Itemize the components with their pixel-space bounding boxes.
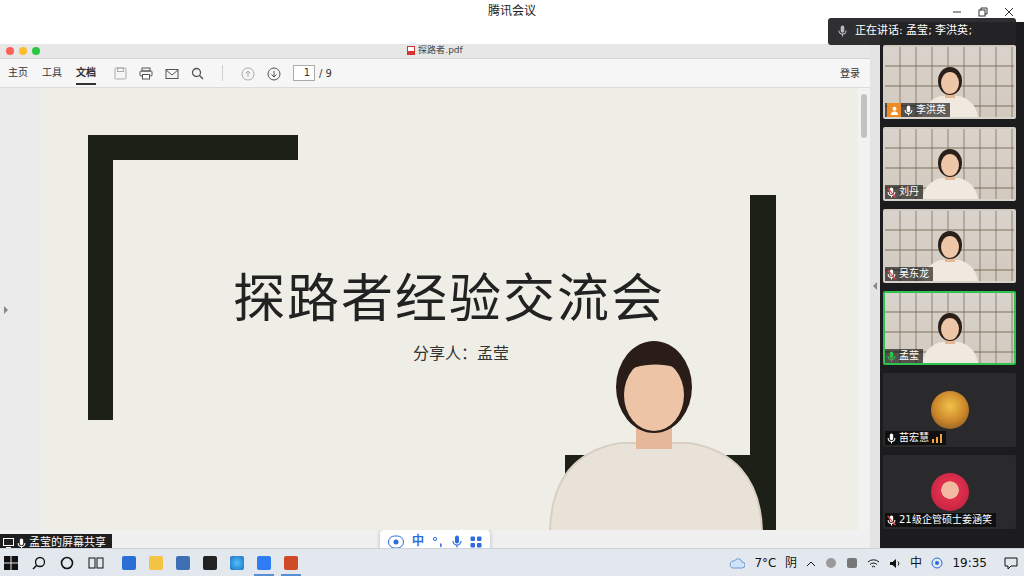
menu-tab[interactable]: 文档 (76, 62, 96, 85)
zoom-light-icon[interactable] (32, 47, 40, 55)
mic-icon (887, 349, 896, 363)
participant-video (920, 143, 980, 199)
task-view-icon[interactable] (88, 554, 104, 572)
pdf-title: 探路者.pdf (418, 44, 462, 58)
participant-name: 孟莹 (899, 349, 919, 363)
mail-icon[interactable] (165, 66, 179, 81)
search-icon[interactable] (191, 66, 204, 81)
participant-tile[interactable]: 刘丹 (883, 127, 1016, 201)
sticky-notes-icon[interactable] (203, 556, 217, 570)
document-title: 探路者经验交流会 (40, 268, 858, 330)
participant-avatar (931, 391, 969, 429)
temperature[interactable]: 7°C (754, 554, 776, 572)
participant-video (920, 307, 980, 363)
speaking-indicator: 正在讲话: 孟莹; 李洪英; (828, 18, 1016, 45)
notification-icon[interactable] (1004, 554, 1018, 572)
clock[interactable]: 19:35 (952, 554, 987, 572)
toolbar-separator (222, 65, 223, 81)
participant-tile[interactable]: 孟莹 (883, 291, 1016, 365)
participant-list: 李洪英刘丹吴东龙孟莹苗宏慧 21级企管硕士姜涵笑 (880, 22, 1024, 548)
tencent-meeting-icon[interactable] (257, 556, 271, 570)
participant-name: 刘丹 (899, 185, 919, 199)
page-input[interactable]: 1 (293, 65, 315, 81)
menu-tab[interactable]: 工具 (42, 62, 62, 85)
expand-panel-icon[interactable] (3, 300, 9, 318)
participant-name: 吴东龙 (899, 267, 929, 281)
tray-app-icon[interactable] (846, 554, 858, 572)
participant-tile[interactable]: 苗宏慧 (883, 373, 1016, 447)
save-icon[interactable] (114, 66, 127, 81)
input-language[interactable]: 中 (910, 554, 922, 572)
pdf-toolbar: 主页工具文档 1 / 9 登录 (0, 59, 870, 88)
mic-icon (838, 23, 847, 40)
pdf-file-icon (407, 44, 415, 58)
windows-start-icon[interactable] (4, 554, 18, 572)
participant-label: 李洪英 (885, 103, 950, 117)
tray-expand-icon[interactable] (806, 554, 816, 572)
mail-app-icon[interactable] (176, 556, 190, 570)
participant-label: 孟莹 (885, 349, 923, 363)
previous-page-icon[interactable] (241, 66, 255, 81)
participant-label: 苗宏慧 (885, 431, 946, 445)
page-total: / 9 (319, 66, 332, 81)
close-light-icon[interactable] (6, 47, 14, 55)
file-explorer-icon[interactable] (149, 556, 163, 570)
meeting-window: 腾讯会议 探路者.pdf 主页工具文档 (0, 0, 1024, 576)
participant-label: 吴东龙 (885, 267, 933, 281)
mic-icon (887, 431, 896, 445)
mic-icon (887, 185, 896, 199)
frame-corner (88, 135, 113, 420)
app-blue-icon[interactable] (122, 556, 136, 570)
network-icon[interactable] (867, 554, 880, 572)
weather-cloud-icon (729, 554, 745, 572)
audio-level-icon (932, 431, 942, 445)
next-page-icon[interactable] (267, 66, 281, 81)
participant-name: 21级企管硕士姜涵笑 (899, 513, 992, 527)
participant-name: 苗宏慧 (899, 431, 929, 445)
shared-screen: 探路者.pdf 主页工具文档 1 / 9 登录 (0, 22, 870, 548)
pdf-title-bar: 探路者.pdf (0, 44, 870, 59)
document-page: 探路者经验交流会 分享人：孟莹 (40, 88, 858, 530)
mic-icon (887, 513, 896, 527)
cortana-icon[interactable] (60, 554, 74, 572)
weather-condition[interactable]: 阴 (785, 554, 797, 572)
mic-icon (887, 267, 896, 281)
powerpoint-icon[interactable] (284, 556, 298, 570)
login-button[interactable]: 登录 (840, 66, 860, 81)
menu-tab[interactable]: 主页 (8, 62, 28, 85)
pdf-scrollbar[interactable] (858, 88, 870, 530)
window-title: 腾讯会议 (488, 2, 536, 20)
minimize-light-icon[interactable] (19, 47, 27, 55)
participant-avatar (931, 473, 969, 511)
participant-label: 刘丹 (885, 185, 923, 199)
participant-label: 21级企管硕士姜涵笑 (885, 513, 996, 527)
document-presenter: 分享人：孟莹 (40, 342, 858, 366)
participant-name: 李洪英 (916, 103, 946, 117)
mic-icon (904, 103, 913, 117)
edge-browser-icon[interactable] (230, 556, 244, 570)
collapse-panel-icon[interactable] (872, 276, 878, 294)
participant-tile[interactable]: 李洪英 (883, 45, 1016, 119)
frame-corner (88, 135, 298, 160)
volume-icon[interactable] (889, 554, 901, 572)
tray-app-icon[interactable] (825, 554, 837, 572)
participant-tile[interactable]: 吴东龙 (883, 209, 1016, 283)
search-icon[interactable] (32, 554, 46, 572)
print-icon[interactable] (139, 66, 153, 81)
taskbar: 7°C 阴 中 19:35 (0, 548, 1024, 576)
participant-tile[interactable]: 21级企管硕士姜涵笑 (883, 455, 1016, 529)
host-icon (887, 103, 901, 117)
presenter-video (540, 325, 770, 530)
ime-tray-icon[interactable] (931, 554, 943, 572)
